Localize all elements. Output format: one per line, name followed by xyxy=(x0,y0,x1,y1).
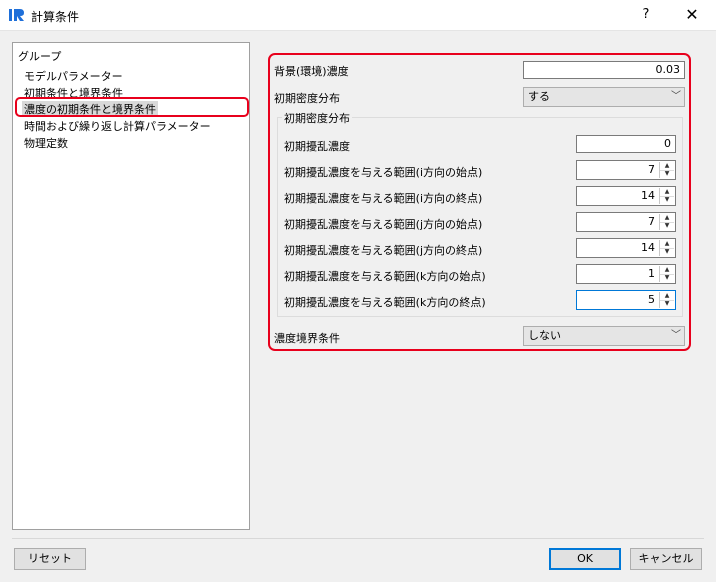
group-header: グループ xyxy=(18,50,62,63)
title-bar: 計算条件 ? ✕ xyxy=(0,0,716,31)
form-highlight xyxy=(268,53,691,351)
tree-item-model-parameters[interactable]: モデルパラメーター xyxy=(24,68,123,84)
close-button[interactable]: ✕ xyxy=(676,4,708,26)
reset-button[interactable]: リセット xyxy=(14,548,86,570)
divider xyxy=(12,538,704,539)
selection-highlight xyxy=(15,97,249,117)
iric-app-icon xyxy=(9,9,24,21)
tree-item-physical-constants[interactable]: 物理定数 xyxy=(24,135,68,151)
ok-button[interactable]: OK xyxy=(549,548,621,570)
window-title: 計算条件 xyxy=(31,10,80,24)
tree-item-time-iteration[interactable]: 時間および繰り返し計算パラメーター xyxy=(24,118,211,134)
help-button[interactable]: ? xyxy=(630,4,662,26)
cancel-button[interactable]: キャンセル xyxy=(630,548,702,570)
